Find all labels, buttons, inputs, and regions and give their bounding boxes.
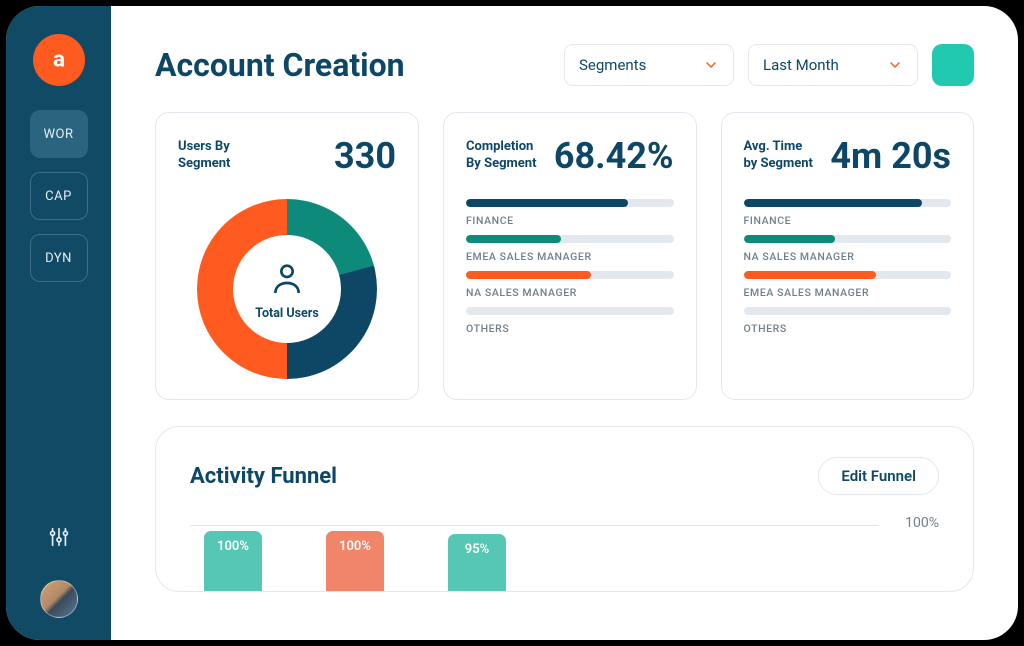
sidebar-item-dyn[interactable]: DYN <box>30 234 88 282</box>
card-value: 68.42% <box>554 135 674 177</box>
funnel-bars: 100% 100% 95% <box>204 531 506 591</box>
card-label: Avg. Time by Segment <box>744 139 813 173</box>
card-head: Users By Segment 330 <box>178 135 396 177</box>
edit-funnel-button[interactable]: Edit Funnel <box>818 457 939 495</box>
bar-item: NA SALES MANAGER <box>466 271 674 299</box>
bar-track <box>466 199 674 207</box>
bar-item: EMEA SALES MANAGER <box>466 235 674 263</box>
card-value: 330 <box>334 135 396 177</box>
funnel-axis-line <box>190 525 879 526</box>
bar-track <box>466 235 674 243</box>
funnel-bar: 100% <box>326 531 384 591</box>
svg-text:a: a <box>52 47 64 73</box>
bar-label: NA SALES MANAGER <box>466 286 674 299</box>
page-header: Account Creation Segments Last Month <box>155 44 974 86</box>
bar-label: EMEA SALES MANAGER <box>744 286 952 299</box>
funnel-bar: 100% <box>204 531 262 591</box>
bar-track <box>744 199 952 207</box>
bar-label: EMEA SALES MANAGER <box>466 250 674 263</box>
metric-cards-row: Users By Segment 330 Total Users <box>155 112 974 400</box>
bar-label: FINANCE <box>744 214 952 227</box>
donut-chart: Total Users <box>197 199 377 379</box>
select-value: Last Month <box>763 56 839 74</box>
funnel-chart: 100% 100% 100% 95% <box>190 517 939 591</box>
donut-center: Total Users <box>197 199 377 379</box>
bar-item: FINANCE <box>744 199 952 227</box>
sidebar-item-cap[interactable]: CAP <box>30 172 88 220</box>
sidebar-item-label: WOR <box>44 127 74 142</box>
sidebar-item-wor[interactable]: WOR <box>30 110 88 158</box>
avgtime-bars: FINANCE NA SALES MANAGER EMEA SALES MANAGE… <box>744 199 952 335</box>
bar-label: OTHERS <box>466 322 674 335</box>
logo-a-icon: a <box>44 45 74 75</box>
card-activity-funnel: Activity Funnel Edit Funnel 100% 100%100… <box>155 426 974 592</box>
bar-track <box>744 307 952 315</box>
bar-fill <box>744 271 877 279</box>
select-value: Segments <box>579 56 646 74</box>
card-avg-time-by-segment: Avg. Time by Segment 4m 20s FINANCE NA SA… <box>721 112 975 400</box>
settings-icon[interactable] <box>48 526 70 552</box>
color-chip-button[interactable] <box>932 44 974 86</box>
bar-label: FINANCE <box>466 214 674 227</box>
donut-center-label: Total Users <box>255 306 319 321</box>
user-icon <box>267 258 307 298</box>
bar-fill <box>466 199 628 207</box>
bar-label: NA SALES MANAGER <box>744 250 952 263</box>
card-head: Avg. Time by Segment 4m 20s <box>744 135 952 177</box>
completion-bars: FINANCE EMEA SALES MANAGER NA SALES MANAGE… <box>466 199 674 335</box>
bar-track <box>466 307 674 315</box>
main-content: Account Creation Segments Last Month Use… <box>111 6 1018 640</box>
sidebar-item-label: CAP <box>45 189 72 204</box>
card-label: Completion By Segment <box>466 139 537 173</box>
bar-item: OTHERS <box>466 307 674 335</box>
page-title: Account Creation <box>155 46 550 84</box>
sidebar: a WOR CAP DYN <box>6 6 111 640</box>
bar-track <box>744 271 952 279</box>
bar-item: NA SALES MANAGER <box>744 235 952 263</box>
bar-fill <box>744 199 922 207</box>
bar-track <box>744 235 952 243</box>
card-completion-by-segment: Completion By Segment 68.42% FINANCE EMEA… <box>443 112 697 400</box>
bar-item: EMEA SALES MANAGER <box>744 271 952 299</box>
card-value: 4m 20s <box>830 135 951 177</box>
bar-item: FINANCE <box>466 199 674 227</box>
chevron-down-icon <box>703 57 719 73</box>
bar-fill <box>466 271 591 279</box>
bar-fill <box>466 235 561 243</box>
sidebar-item-label: DYN <box>45 251 72 266</box>
funnel-bar: 95% <box>448 534 506 591</box>
bar-fill <box>744 235 835 243</box>
donut-chart-wrap: Total Users <box>178 199 396 379</box>
app-frame: a WOR CAP DYN Account Creation Segmen <box>6 6 1018 640</box>
bar-item: OTHERS <box>744 307 952 335</box>
card-head: Completion By Segment 68.42% <box>466 135 674 177</box>
card-label: Users By Segment <box>178 139 230 173</box>
bar-label: OTHERS <box>744 322 952 335</box>
funnel-head: Activity Funnel Edit Funnel <box>190 457 939 495</box>
user-avatar[interactable] <box>40 580 78 618</box>
app-logo[interactable]: a <box>33 34 85 86</box>
segments-select[interactable]: Segments <box>564 44 734 86</box>
funnel-axis-label: 100% <box>905 517 939 531</box>
period-select[interactable]: Last Month <box>748 44 918 86</box>
card-users-by-segment: Users By Segment 330 Total Users <box>155 112 419 400</box>
bar-track <box>466 271 674 279</box>
chevron-down-icon <box>887 57 903 73</box>
funnel-title: Activity Funnel <box>190 464 337 489</box>
